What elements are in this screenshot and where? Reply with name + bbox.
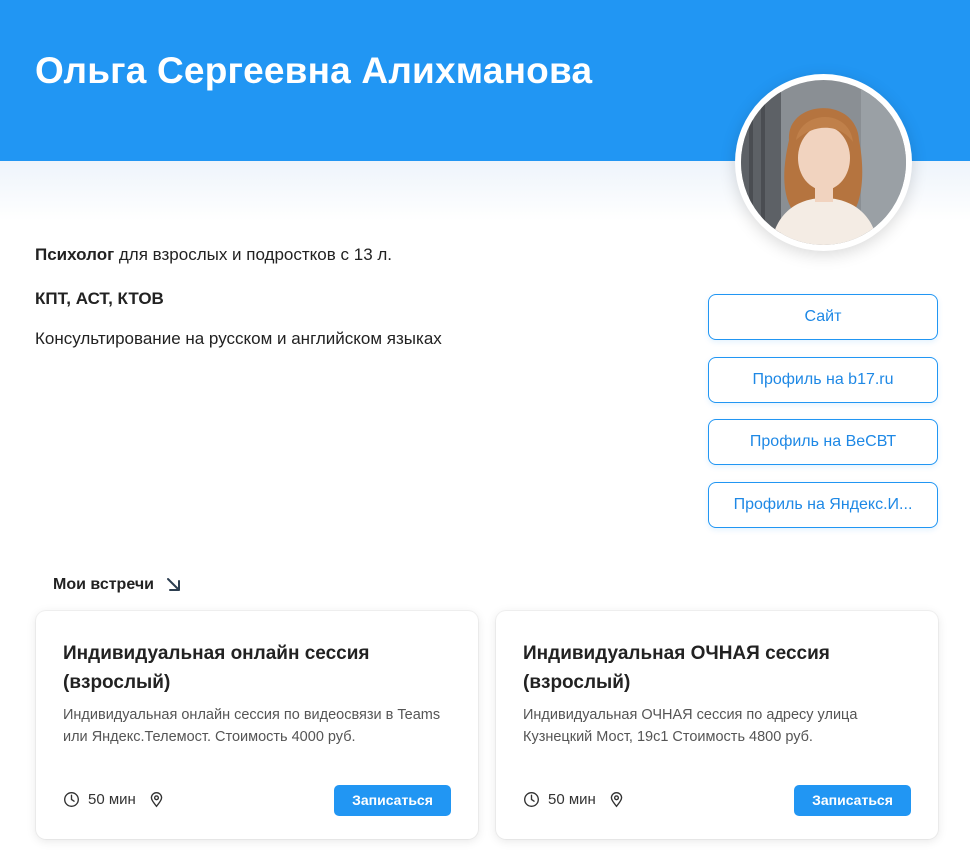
languages-line: Консультирование на русском и английском… [35, 329, 442, 348]
card-title: Индивидуальная онлайн сессия (взрослый) [63, 643, 370, 693]
enroll-button[interactable]: Записаться [334, 785, 451, 816]
role-line: Психолог для взрослых и подростков с 13 … [35, 245, 392, 265]
card-meta: 50 мин [63, 791, 165, 808]
site-link-button[interactable]: Сайт [708, 294, 938, 340]
card-description: Индивидуальная онлайн сессия по видеосвя… [63, 707, 441, 745]
session-card-online[interactable]: Индивидуальная онлайн сессия (взрослый) … [36, 611, 478, 839]
role-rest: для взрослых и подростков с 13 л. [114, 245, 393, 264]
yandex-profile-button[interactable]: Профиль на Яндекс.И... [708, 482, 938, 528]
clock-icon [64, 792, 79, 807]
card-duration: 50 мин [548, 791, 596, 808]
role-bold: Психолог [35, 245, 115, 264]
methods-line: КПТ, АСТ, КТОВ [35, 289, 164, 308]
card-duration: 50 мин [88, 791, 136, 808]
location-pin-icon [150, 792, 163, 808]
card-title: Индивидуальная ОЧНАЯ сессия (взрослый) [523, 643, 830, 693]
b17-profile-button[interactable]: Профиль на b17.ru [708, 357, 938, 403]
meetings-title: Мои встречи [53, 576, 154, 593]
profile-name: Ольга Сергеевна Алихманова [35, 50, 593, 91]
meetings-heading: Мои встречи [53, 575, 184, 595]
avatar-photo [741, 80, 906, 245]
location-pin-icon [610, 792, 623, 808]
arrow-down-right-icon [166, 578, 180, 591]
card-meta: 50 мин [523, 791, 625, 808]
clock-icon [524, 792, 539, 807]
session-card-inperson[interactable]: Индивидуальная ОЧНАЯ сессия (взрослый) И… [496, 611, 938, 839]
enroll-button[interactable]: Записаться [794, 785, 911, 816]
vesvt-profile-button[interactable]: Профиль на ВеСВТ [708, 419, 938, 465]
card-description: Индивидуальная ОЧНАЯ сессия по адресу ул… [523, 707, 858, 745]
avatar [735, 74, 912, 251]
